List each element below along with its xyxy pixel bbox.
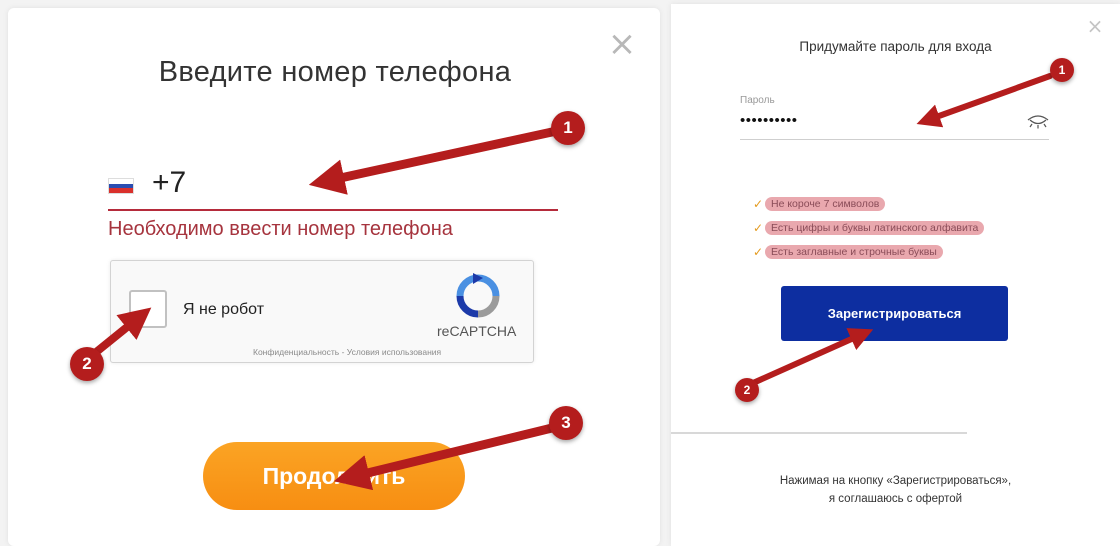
annotation-badge-1-right: 1 — [1050, 58, 1074, 82]
annotation-badge-1: 1 — [551, 111, 585, 145]
password-modal-close-icon[interactable]: × — [1085, 16, 1105, 36]
agreement-text: Нажимая на кнопку «Зарегистрироваться», … — [671, 472, 1120, 508]
phone-input[interactable]: +7 — [152, 166, 186, 200]
requirement-item: ✓ Есть цифры и буквы латинского алфавита — [753, 219, 985, 237]
requirement-item: ✓ Не короче 7 символов — [753, 195, 886, 213]
russia-flag-icon[interactable] — [108, 178, 134, 194]
annotation-badge-3: 3 — [549, 406, 583, 440]
requirement-item: ✓ Есть заглавные и строчные буквы — [753, 243, 943, 261]
recaptcha-links[interactable]: Конфиденциальность - Условия использован… — [253, 347, 441, 357]
check-icon: ✓ — [753, 221, 764, 235]
agreement-line-1: Нажимая на кнопку «Зарегистрироваться», — [779, 475, 1012, 487]
register-button[interactable]: Зарегистрироваться — [781, 286, 1008, 341]
screenshot-stage: × Введите номер телефона +7 Необходимо в… — [0, 0, 1120, 546]
agreement-offer-link[interactable]: я соглашаюсь с офертой — [671, 490, 1120, 508]
divider — [671, 432, 967, 434]
phone-input-underline — [108, 209, 558, 211]
password-modal: × Придумайте пароль для входа Пароль •••… — [671, 4, 1120, 546]
recaptcha-label: Я не робот — [183, 301, 265, 318]
check-icon: ✓ — [753, 245, 764, 259]
recaptcha-brand: reCAPTCHA — [437, 323, 517, 339]
requirement-text: Не короче 7 символов — [765, 197, 886, 211]
password-input[interactable]: •••••••••• — [740, 112, 798, 129]
continue-button[interactable]: Продолжить — [203, 442, 465, 510]
requirement-text: Есть цифры и буквы латинского алфавита — [765, 221, 985, 235]
password-input-underline — [740, 139, 1049, 140]
annotation-badge-2-right: 2 — [735, 378, 759, 402]
phone-modal-title: Введите номер телефона — [158, 56, 512, 88]
eye-icon[interactable] — [1027, 115, 1049, 129]
phone-error-message: Необходимо ввести номер телефона — [108, 218, 453, 240]
check-icon: ✓ — [753, 197, 764, 211]
requirement-text: Есть заглавные и строчные буквы — [765, 245, 943, 259]
recaptcha-checkbox[interactable] — [129, 290, 167, 328]
password-modal-title: Придумайте пароль для входа — [799, 39, 992, 54]
annotation-badge-2: 2 — [70, 347, 104, 381]
recaptcha-widget: Я не робот reCAPTCHA Конфиденциальность … — [110, 260, 534, 363]
password-field-label: Пароль — [740, 95, 775, 106]
recaptcha-logo-icon — [456, 273, 500, 318]
